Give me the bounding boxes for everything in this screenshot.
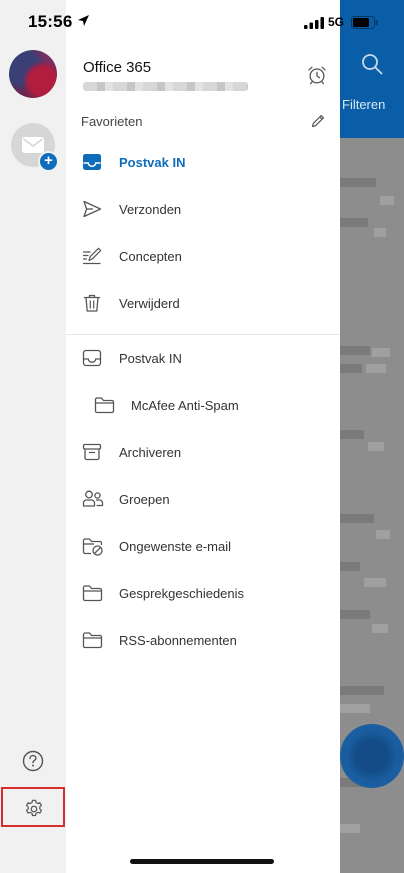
status-bar: 15:56 5G [0, 0, 404, 44]
folder-item-archive[interactable]: Archiveren [66, 432, 340, 472]
account-name: Office 365 [83, 59, 152, 76]
send-icon [83, 200, 102, 218]
favorite-item-drafts[interactable]: Concepten [66, 236, 340, 276]
redacted-text [364, 578, 386, 587]
folder-item-label: Archiveren [119, 445, 182, 460]
favorite-item-sent[interactable]: Verzonden [66, 189, 340, 229]
pencil-icon[interactable] [310, 113, 326, 129]
folder-icon [82, 585, 103, 602]
mail-icon [22, 137, 44, 153]
redacted-text [340, 562, 360, 571]
account-email-redacted [83, 82, 248, 91]
redacted-text [340, 686, 384, 695]
redacted-text [340, 824, 360, 833]
folder-item-rss-subscriptions[interactable]: RSS-abonnementen [66, 620, 340, 660]
redacted-text [340, 218, 368, 227]
account-rail: + [0, 0, 66, 873]
folder-item-mcafee-anti-spam[interactable]: McAfee Anti-Spam [66, 385, 340, 425]
gear-icon [25, 799, 43, 817]
location-arrow-icon [78, 15, 89, 26]
compose-button[interactable] [340, 724, 404, 788]
alarm-clock-icon[interactable] [306, 64, 328, 86]
trash-icon [83, 294, 101, 312]
folder-item-label: McAfee Anti-Spam [131, 398, 239, 413]
folder-item-groups[interactable]: Groepen [66, 479, 340, 519]
add-account-button[interactable]: + [11, 123, 59, 172]
redacted-text [340, 430, 364, 439]
redacted-text [340, 514, 374, 523]
help-icon[interactable] [22, 750, 44, 772]
groups-icon [82, 490, 104, 507]
folder-item-label: Gesprekgeschiedenis [119, 586, 245, 601]
section-divider [66, 334, 340, 335]
redacted-text [380, 196, 394, 205]
favorite-item-deleted[interactable]: Verwijderd [66, 283, 340, 323]
status-time: 15:56 [28, 12, 73, 31]
junk-folder-icon [82, 538, 103, 556]
redacted-text [372, 348, 390, 357]
redacted-text [368, 442, 384, 451]
background-inbox-overlay[interactable]: Filteren [340, 0, 404, 873]
folder-item-junk-email[interactable]: Ongewenste e-mail [66, 526, 340, 566]
folder-item-label: RSS-abonnementen [119, 633, 237, 648]
folder-icon [82, 632, 103, 649]
folder-item-inbox[interactable]: Postvak IN [66, 338, 340, 378]
archive-icon [82, 443, 102, 461]
plus-icon: + [38, 151, 59, 172]
inbox-icon [83, 154, 101, 170]
redacted-text [340, 610, 370, 619]
folder-item-conversation-history[interactable]: Gesprekgeschiedenis [66, 573, 340, 613]
battery-icon [351, 16, 378, 29]
settings-button[interactable] [1, 787, 65, 827]
redacted-text [340, 178, 376, 187]
search-icon [362, 54, 383, 75]
drafts-icon [82, 247, 102, 265]
redacted-text [376, 530, 390, 539]
redacted-text [340, 704, 370, 713]
network-type: 5G [328, 15, 345, 29]
favorite-item-label: Verzonden [119, 202, 182, 217]
home-indicator[interactable] [130, 859, 274, 864]
signal-icon [304, 17, 324, 29]
redacted-text [340, 364, 362, 373]
folder-item-label: Ongewenste e-mail [119, 539, 231, 554]
favorite-item-label: Verwijderd [119, 296, 180, 311]
redacted-text [374, 228, 386, 237]
folder-drawer: Office 365 Favorieten Postvak IN Verzond… [66, 0, 340, 873]
folder-item-label: Groepen [119, 492, 170, 507]
folder-item-label: Postvak IN [119, 351, 182, 366]
filter-label: Filteren [342, 97, 386, 112]
favorite-item-label: Postvak IN [119, 155, 186, 170]
favorites-heading: Favorieten [81, 114, 143, 129]
redacted-text [372, 624, 388, 633]
favorite-item-label: Concepten [119, 249, 182, 264]
favorite-item-inbox[interactable]: Postvak IN [66, 142, 340, 182]
redacted-text [340, 346, 370, 355]
inbox-icon [82, 349, 102, 367]
folder-icon [94, 397, 115, 414]
avatar[interactable] [9, 50, 57, 98]
redacted-text [366, 364, 386, 373]
